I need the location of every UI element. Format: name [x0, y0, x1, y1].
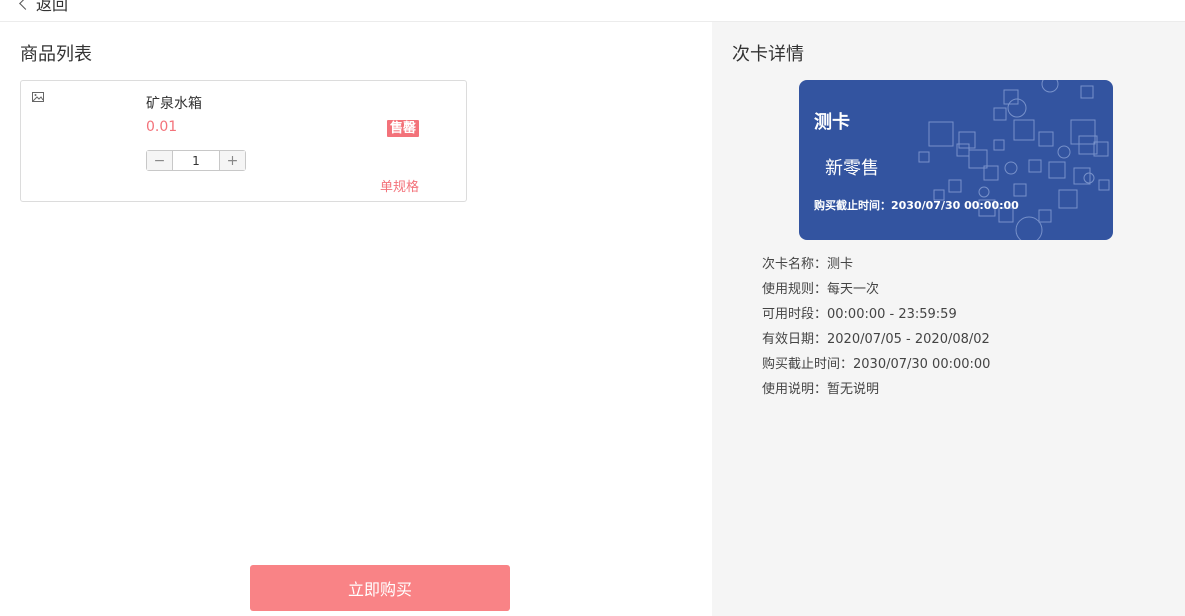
buy-now-button[interactable]: 立即购买 — [250, 565, 510, 611]
image-placeholder-icon — [32, 92, 44, 102]
detail-usage-rule: 使用规则：每天一次 — [762, 282, 880, 297]
detail-purchase-deadline: 购买截止时间：2030/07/30 00:00:00 — [762, 357, 991, 372]
quantity-input[interactable] — [173, 151, 219, 170]
punch-card-preview: 测卡 新零售 购买截止时间：2030/07/30 00:00:00 — [799, 80, 1113, 240]
sold-out-badge: 售罄 — [387, 120, 420, 137]
detail-available-time: 可用时段：00:00:00 - 23:59:59 — [762, 307, 957, 322]
detail-usage-notes: 使用说明：暂无说明 — [762, 382, 880, 397]
spec-link[interactable]: 单规格 — [380, 176, 419, 195]
product-name: 矿泉水箱 — [146, 96, 202, 112]
detail-valid-dates: 有效日期：2020/07/05 - 2020/08/02 — [762, 332, 990, 347]
card-deadline: 购买截止时间：2030/07/30 00:00:00 — [814, 199, 1019, 212]
back-button[interactable]: 返回 — [19, 0, 69, 15]
card-detail-title: 次卡详情 — [732, 44, 804, 65]
quantity-stepper: − + — [146, 150, 246, 171]
product-list-panel: 商品列表 矿泉水箱 0.01 售罄 − + 单规格 立即购买 — [0, 22, 712, 616]
detail-card-name: 次卡名称：测卡 — [762, 257, 854, 272]
card-name: 测卡 — [814, 112, 850, 133]
product-list-title: 商品列表 — [20, 44, 92, 65]
increase-button[interactable]: + — [219, 151, 245, 170]
decrease-button[interactable]: − — [147, 151, 173, 170]
product-price: 0.01 — [146, 119, 178, 135]
chevron-left-icon — [19, 0, 32, 10]
back-label: 返回 — [36, 0, 69, 14]
minus-icon: − — [153, 152, 166, 169]
product-card: 矿泉水箱 0.01 售罄 − + 单规格 — [20, 80, 467, 202]
card-detail-list: 次卡名称：测卡 使用规则：每天一次 可用时段：00:00:00 - 23:59:… — [762, 252, 990, 402]
plus-icon: + — [226, 152, 239, 169]
card-brand: 新零售 — [825, 158, 879, 179]
top-bar: 返回 — [0, 0, 1185, 22]
card-detail-panel: 次卡详情 测卡 新零售 购买截止时间：2030/07/30 00:00:00 次… — [712, 22, 1185, 616]
